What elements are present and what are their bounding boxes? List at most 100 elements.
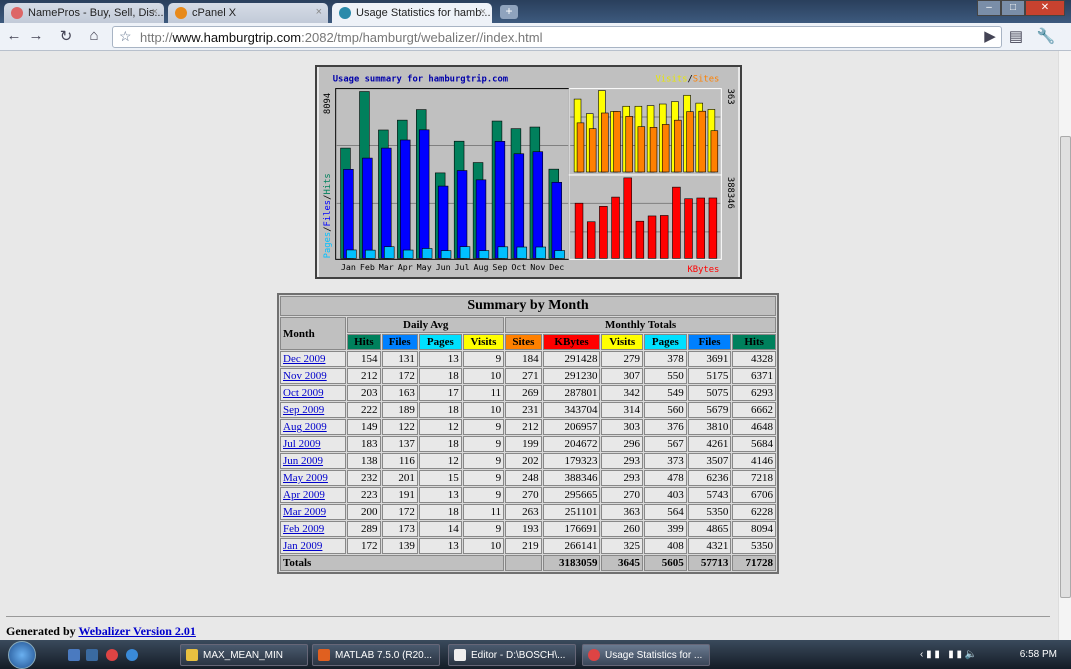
home-icon[interactable]: ⌂	[84, 27, 104, 44]
month-link[interactable]: Jun 2009	[283, 455, 323, 467]
task-max-mean-min[interactable]: MAX_MEAN_MIN	[180, 644, 308, 666]
star-icon[interactable]: ☆	[119, 28, 132, 45]
chrome-icon[interactable]	[106, 649, 118, 661]
task-editor[interactable]: Editor - D:\BOSCH\...	[448, 644, 576, 666]
value-cell: 202	[505, 453, 542, 469]
month-link[interactable]: Mar 2009	[283, 506, 326, 518]
month-label: Sep	[492, 262, 507, 272]
usage-summary-chart: Usage summary for hamburgtrip.com Visits…	[315, 65, 742, 279]
month-link[interactable]: Jul 2009	[283, 438, 321, 450]
value-cell: 13	[418, 538, 462, 554]
value-cell: 4146	[732, 453, 776, 469]
scrollbar-thumb[interactable]	[1060, 136, 1071, 598]
value-cell: 279	[601, 351, 643, 367]
value-cell: 5075	[687, 385, 732, 401]
month-link[interactable]: Oct 2009	[283, 387, 324, 399]
pages-bar	[554, 250, 565, 259]
value-cell: 4648	[732, 419, 776, 435]
task-matlab[interactable]: MATLAB 7.5.0 (R20...	[312, 644, 440, 666]
kbytes-bar	[623, 177, 632, 259]
system-tray[interactable]: ‹ ▮ ▮ ▮ ▮ 🔈	[920, 649, 977, 660]
value-cell: 13	[418, 487, 462, 503]
pages-bar	[497, 246, 509, 259]
month-link[interactable]: Dec 2009	[283, 353, 325, 365]
files-bar	[513, 153, 525, 259]
value-cell: 15	[418, 470, 462, 486]
column-header-hits: Hits	[732, 334, 776, 350]
clock[interactable]: 6:58 PM	[1020, 649, 1057, 660]
value-cell: 378	[643, 351, 687, 367]
reload-icon[interactable]: ↻	[56, 27, 76, 45]
value-cell: 564	[643, 504, 687, 520]
value-cell: 137	[381, 436, 418, 452]
value-cell: 232	[347, 470, 381, 486]
value-cell: 363	[601, 504, 643, 520]
tab-cpanel[interactable]: cPanel X ×	[168, 3, 328, 23]
address-bar[interactable]: ☆ http://www.hamburgtrip.com:2082/tmp/ham…	[112, 26, 1002, 48]
pages-bar	[459, 246, 471, 259]
value-cell: 11	[462, 504, 505, 520]
start-button[interactable]	[8, 641, 36, 669]
month-link[interactable]: Apr 2009	[283, 489, 325, 501]
switch-windows-icon[interactable]	[86, 649, 98, 661]
go-icon[interactable]: ▶	[980, 27, 1000, 45]
value-cell: 478	[643, 470, 687, 486]
minimize-button[interactable]: –	[977, 0, 1001, 16]
column-header-pages: Pages	[418, 334, 462, 350]
wrench-icon[interactable]: 🔧	[1036, 27, 1056, 45]
forward-icon[interactable]: →	[26, 27, 46, 44]
column-header-hits: Hits	[347, 334, 381, 350]
column-header-sites: Sites	[505, 334, 542, 350]
month-link[interactable]: Feb 2009	[283, 523, 324, 535]
column-header-visits: Visits	[462, 334, 505, 350]
value-cell: 14	[418, 521, 462, 537]
value-cell: 388346	[542, 470, 601, 486]
back-icon[interactable]: ←	[4, 27, 24, 44]
month-link[interactable]: Aug 2009	[283, 421, 327, 433]
ie-icon[interactable]	[126, 649, 138, 661]
sites-bar	[613, 111, 621, 173]
value-cell: 116	[381, 453, 418, 469]
value-cell: 139	[381, 538, 418, 554]
vertical-scrollbar[interactable]	[1058, 51, 1071, 640]
month-link[interactable]: May 2009	[283, 472, 328, 484]
value-cell: 173	[381, 521, 418, 537]
value-cell: 201	[381, 470, 418, 486]
close-tab-icon[interactable]: ×	[152, 6, 158, 18]
column-header-files: Files	[687, 334, 732, 350]
value-cell: 6706	[732, 487, 776, 503]
close-window-button[interactable]: ✕	[1025, 0, 1065, 16]
task-chrome-usage[interactable]: Usage Statistics for ...	[582, 644, 710, 666]
new-tab-button[interactable]: +	[500, 5, 518, 19]
value-cell: 314	[601, 402, 643, 418]
footer: Generated by Webalizer Version 2.01	[6, 624, 196, 639]
column-header-kbytes: KBytes	[542, 334, 601, 350]
tab-usage-statistics[interactable]: Usage Statistics for hamb... ×	[332, 3, 492, 23]
value-cell: 5684	[732, 436, 776, 452]
total-value: 3183059	[542, 555, 601, 571]
sites-bar	[576, 122, 585, 173]
month-link[interactable]: Nov 2009	[283, 370, 327, 382]
tab-namepros[interactable]: NamePros - Buy, Sell, Dis... ×	[4, 3, 164, 23]
month-link[interactable]: Jan 2009	[283, 540, 322, 552]
sites-bar	[601, 112, 609, 173]
total-value: 3645	[601, 555, 643, 571]
value-cell: 172	[347, 538, 381, 554]
value-cell: 5679	[687, 402, 732, 418]
value-cell: 291428	[542, 351, 601, 367]
month-link[interactable]: Sep 2009	[283, 404, 324, 416]
value-cell: 154	[347, 351, 381, 367]
value-cell: 567	[643, 436, 687, 452]
page-menu-icon[interactable]: ▤	[1006, 27, 1026, 45]
value-cell: 183	[347, 436, 381, 452]
value-cell: 199	[505, 436, 542, 452]
table-row: Jul 2009 183 137 18 9 199 204672 296 567 4261 5684	[280, 436, 776, 452]
url-path: :2082/tmp/hamburgt/webalizer//index.html	[301, 30, 543, 45]
files-bar	[381, 147, 392, 259]
maximize-button[interactable]: □	[1001, 0, 1025, 16]
webalizer-link[interactable]: Webalizer Version 2.01	[78, 624, 195, 638]
value-cell: 4261	[687, 436, 732, 452]
close-tab-icon[interactable]: ×	[316, 6, 322, 18]
show-desktop-icon[interactable]	[68, 649, 80, 661]
close-tab-icon[interactable]: ×	[480, 6, 486, 18]
